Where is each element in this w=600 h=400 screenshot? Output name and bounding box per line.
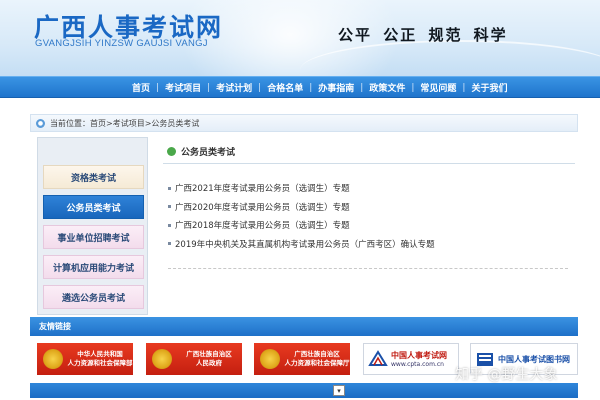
footer-links-bar: ▾ [30, 383, 578, 398]
link-label-line1: 中国人事考试网 [391, 351, 447, 360]
location-icon: ● [36, 118, 45, 128]
sidebar-item-selection-exam[interactable]: 遴选公务员考试 [43, 285, 144, 309]
bullet-icon [167, 147, 176, 156]
link-label: 中国人事考试网 www.cpta.com.cn [391, 350, 447, 368]
link-label-line2: 人力资源和社会保障部 [67, 359, 133, 367]
site-logo-subtitle: GVANGJSIH YINZSW GAUJSI VANGJ [35, 38, 208, 49]
news-list: 广西2021年度考试录用公务员（选调生）专题 广西2020年度考试录用公务员（选… [168, 179, 568, 253]
sidebar-item-computer-skills[interactable]: 计算机应用能力考试 [43, 255, 144, 279]
news-link[interactable]: 2019年中央机关及其直属机构考试录用公务员（广西考区）确认专题 [175, 238, 435, 250]
friend-links-title: 友情链接 [39, 322, 71, 331]
sidebar-item-qualification[interactable]: 资格类考试 [43, 165, 144, 189]
link-gx-hrss[interactable]: 广西壮族自治区 人力资源和社会保障厅 [254, 343, 350, 375]
link-mohrss[interactable]: 中华人民共和国 人力资源和社会保障部 [37, 343, 133, 375]
link-label-line1: 广西壮族自治区 [186, 350, 232, 358]
nav-about[interactable]: 关于我们 [465, 81, 513, 94]
chevron-down-icon: ▾ [337, 386, 341, 395]
links-dropdown[interactable]: ▾ [333, 385, 345, 396]
breadcrumb-current: 公务员类考试 [151, 118, 200, 128]
main-nav: 首页 | 考试项目 | 考试计划 | 合格名单 | 办事指南 | 政策文件 | … [126, 77, 513, 98]
nav-home[interactable]: 首页 [126, 81, 156, 94]
main-panel: 公务员类考试 广西2021年度考试录用公务员（选调生）专题 广西2020年度考试… [158, 137, 578, 315]
square-bullet-icon [168, 223, 171, 227]
divider [168, 268, 568, 269]
sidebar: 资格类考试 公务员类考试 事业单位招聘考试 计算机应用能力考试 遴选公务员考试 [37, 137, 148, 315]
list-item[interactable]: 2019年中央机关及其直属机构考试录用公务员（广西考区）确认专题 [168, 235, 568, 254]
link-label: 广西壮族自治区 人力资源和社会保障厅 [284, 350, 350, 368]
section-header: 公务员类考试 [163, 140, 575, 164]
link-label: 广西壮族自治区 人民政府 [176, 350, 242, 368]
breadcrumb-separator: > [106, 118, 113, 128]
friend-links-bar: 友情链接 [30, 317, 578, 336]
nav-exam-items[interactable]: 考试项目 [159, 81, 207, 94]
link-cpta[interactable]: 中国人事考试网 www.cpta.com.cn [363, 343, 459, 375]
news-link[interactable]: 广西2020年度考试录用公务员（选调生）专题 [175, 201, 350, 213]
regional-emblem-icon [152, 349, 172, 369]
breadcrumb-separator: > [144, 118, 152, 128]
site-slogan: 公平 公正 规范 科学 [338, 26, 508, 44]
nav-guide[interactable]: 办事指南 [312, 81, 360, 94]
link-label: 中华人民共和国 人力资源和社会保障部 [67, 350, 133, 368]
national-emblem-icon [43, 349, 63, 369]
nav-exam-plan[interactable]: 考试计划 [210, 81, 258, 94]
breadcrumb-prefix: 当前位置： [50, 118, 90, 128]
nav-faq[interactable]: 常见问题 [414, 81, 462, 94]
cpta-logo-icon [368, 350, 388, 366]
breadcrumb-exam-items[interactable]: 考试项目 [113, 118, 145, 129]
link-label-line2: www.cpta.com.cn [391, 361, 444, 368]
section-title: 公务员类考试 [181, 148, 236, 158]
link-label-line2: 人力资源和社会保障厅 [284, 359, 350, 367]
nav-qualified-list[interactable]: 合格名单 [261, 81, 309, 94]
news-link[interactable]: 广西2018年度考试录用公务员（选调生）专题 [175, 219, 350, 231]
list-item[interactable]: 广西2018年度考试录用公务员（选调生）专题 [168, 216, 568, 235]
breadcrumb: ● 当前位置： 首页 > 考试项目 > 公务员类考试 [30, 114, 578, 132]
nav-policy[interactable]: 政策文件 [363, 81, 411, 94]
square-bullet-icon [168, 186, 171, 190]
link-label-line1: 广西壮族自治区 [294, 350, 340, 358]
sidebar-item-civil-servant[interactable]: 公务员类考试 [43, 195, 144, 219]
list-item[interactable]: 广西2020年度考试录用公务员（选调生）专题 [168, 198, 568, 217]
link-gx-government[interactable]: 广西壮族自治区 人民政府 [146, 343, 242, 375]
sidebar-item-public-institution[interactable]: 事业单位招聘考试 [43, 225, 144, 249]
watermark: 知乎 @野生大象 [455, 367, 558, 383]
site-header: 广西人事考试网 GVANGJSIH YINZSW GAUJSI VANGJ 公平… [0, 0, 600, 76]
regional-emblem-icon [260, 349, 280, 369]
link-label: 中国人事考试图书网 [498, 354, 570, 364]
list-item[interactable]: 广西2021年度考试录用公务员（选调生）专题 [168, 179, 568, 198]
main-nav-bar: 首页 | 考试项目 | 考试计划 | 合格名单 | 办事指南 | 政策文件 | … [0, 76, 600, 98]
link-label-line2: 人民政府 [196, 359, 222, 367]
breadcrumb-home[interactable]: 首页 [90, 118, 106, 129]
link-label-line1: 中华人民共和国 [77, 350, 123, 358]
square-bullet-icon [168, 205, 171, 209]
square-bullet-icon [168, 242, 171, 246]
news-link[interactable]: 广西2021年度考试录用公务员（选调生）专题 [175, 182, 350, 194]
